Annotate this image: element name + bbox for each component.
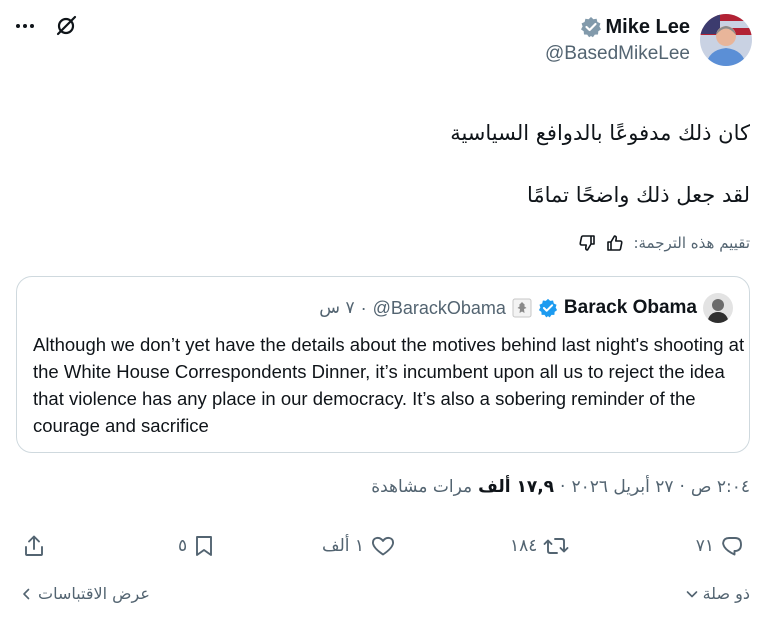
- author-handle[interactable]: @BasedMikeLee: [545, 43, 690, 65]
- tweet-meta: ٢:٠٤ ص · ٢٧ أبريل ٢٠٢٦ · ١٧,٩ ألف مرات م…: [371, 477, 750, 497]
- quoted-author-handle[interactable]: @BarackObama: [373, 298, 506, 319]
- reply-icon: [722, 537, 742, 556]
- bookmark-count: ٥: [178, 536, 188, 556]
- repost-icon: [543, 538, 569, 554]
- share-icon: [25, 535, 43, 556]
- quoted-time[interactable]: ٧ س: [319, 298, 354, 318]
- thumb-down-icon[interactable]: [577, 233, 597, 253]
- more-options-icon[interactable]: [14, 15, 36, 37]
- view-quotes-label: عرض الاقتباسات: [38, 584, 150, 603]
- grok-icon[interactable]: [54, 14, 78, 38]
- translation-rating: تقييم هذه الترجمة:: [577, 233, 750, 253]
- quoted-author-name[interactable]: Barack Obama: [564, 297, 697, 319]
- like-count: ١ ألف: [322, 536, 365, 556]
- tweet-footer: ذو صلة عرض الاقتباسات: [0, 584, 770, 608]
- thumb-up-icon[interactable]: [605, 233, 625, 253]
- quoted-tweet-text: Although we don’t yet have the details a…: [33, 334, 745, 436]
- views-label: مرات مشاهدة: [371, 477, 473, 497]
- tweet-author: Mike Lee @BasedMikeLee: [545, 14, 752, 66]
- reply-button[interactable]: ٧١: [696, 534, 744, 558]
- quoted-avatar[interactable]: [703, 293, 733, 323]
- tweet-text-line: كان ذلك مدفوعًا بالدوافع السياسية: [450, 121, 750, 145]
- reply-count: ٧١: [695, 536, 714, 556]
- tweet-text-line: لقد جعل ذلك واضحًا تمامًا: [526, 183, 750, 207]
- chevron-down-icon: [686, 590, 697, 597]
- tweet-date[interactable]: ٢٧ أبريل ٢٠٢٦: [571, 477, 673, 497]
- bookmark-icon: [196, 536, 213, 556]
- translation-rating-label: تقييم هذه الترجمة:: [633, 234, 750, 252]
- tweet-top-controls: [14, 14, 78, 38]
- avatar[interactable]: [700, 14, 752, 66]
- tweet-text: كان ذلك مدفوعًا بالدوافع السياسية لقد جع…: [50, 118, 750, 211]
- quoted-tweet[interactable]: Barack Obama @BarackObama · ٧ س Although…: [16, 276, 750, 453]
- related-label: ذو صلة: [702, 584, 750, 603]
- dot-separator: ·: [679, 477, 685, 497]
- quoted-tweet-header: Barack Obama @BarackObama · ٧ س: [319, 293, 733, 323]
- dot-separator: ·: [560, 477, 566, 497]
- view-quotes-link[interactable]: عرض الاقتباسات: [20, 584, 150, 603]
- tweet-time[interactable]: ٢:٠٤ ص: [691, 477, 750, 497]
- related-toggle[interactable]: ذو صلة: [685, 584, 750, 603]
- us-seal-icon: [512, 298, 532, 318]
- verified-badge-icon: [538, 298, 558, 318]
- bookmark-button[interactable]: ٥: [178, 534, 215, 558]
- author-name[interactable]: Mike Lee: [606, 16, 690, 39]
- verified-badge-icon: [580, 16, 602, 38]
- dot-separator: ·: [360, 297, 367, 318]
- heart-icon: [372, 536, 395, 556]
- repost-count: ١٨٤: [510, 536, 538, 556]
- tweet-action-bar: ٧١ ١٨٤ ١ ألف ٥: [0, 534, 770, 574]
- like-button[interactable]: ١ ألف: [322, 534, 396, 558]
- share-button[interactable]: [22, 534, 46, 558]
- repost-button[interactable]: ١٨٤: [510, 534, 569, 558]
- chevron-left-icon: [23, 588, 30, 599]
- views-count: ١٧,٩ ألف: [478, 477, 555, 497]
